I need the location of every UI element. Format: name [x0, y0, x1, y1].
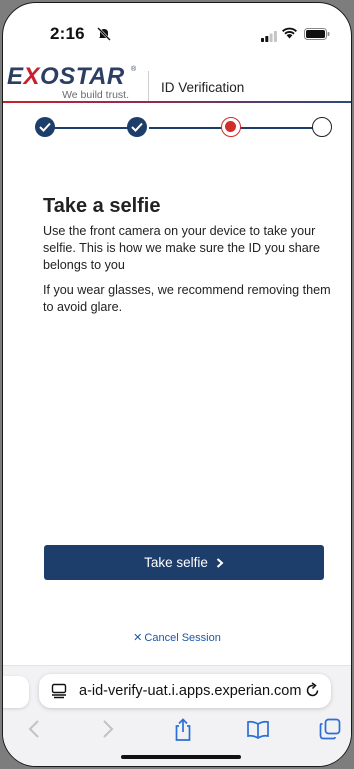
instruction-text: Use the front camera on your device to t…	[43, 224, 320, 272]
page-heading: Take a selfie	[43, 195, 161, 217]
address-bar[interactable]: a-id-verify-uat.i.apps.experian.com	[39, 674, 331, 708]
browser-toolbar: a-id-verify-uat.i.apps.experian.com	[3, 665, 351, 766]
take-selfie-label: Take selfie	[144, 555, 208, 570]
reload-icon[interactable]	[304, 682, 321, 704]
progress-stepper	[3, 113, 351, 143]
close-icon: ✕	[133, 632, 143, 644]
cancel-session-label: Cancel Session	[144, 632, 221, 644]
main-content: Take a selfie Use the front camera on yo…	[43, 193, 333, 316]
exostar-logo[interactable]: EXOSTAR ® We build trust.	[7, 63, 137, 102]
progress-connector	[239, 127, 315, 129]
forward-icon[interactable]	[101, 718, 115, 742]
battery-icon	[304, 27, 330, 45]
status-time: 2:16	[50, 24, 85, 43]
logo-wordmark: EXOSTAR	[7, 63, 125, 90]
url-text: a-id-verify-uat.i.apps.experian.com	[79, 683, 302, 699]
step-4-pending	[312, 117, 332, 137]
registered-mark: ®	[131, 66, 137, 73]
home-indicator[interactable]	[121, 755, 241, 759]
wifi-icon	[281, 26, 298, 44]
tabs-icon[interactable]	[319, 718, 341, 742]
step-3-current	[221, 117, 241, 137]
page-title: ID Verification	[161, 80, 245, 95]
logo-tagline: We build trust.	[62, 89, 129, 101]
app-header: EXOSTAR ® We build trust. ID Verificatio…	[3, 61, 351, 103]
glasses-tip-text: If you wear glasses, we recommend removi…	[43, 283, 331, 314]
checkmark-icon	[39, 122, 51, 132]
progress-connector	[149, 127, 231, 129]
cellular-signal-icon	[261, 29, 277, 47]
share-icon[interactable]	[173, 718, 193, 742]
back-icon[interactable]	[27, 718, 41, 742]
header-divider	[148, 71, 149, 103]
cancel-session-link[interactable]: ✕ Cancel Session	[3, 631, 351, 644]
step-2-completed	[127, 117, 147, 137]
take-selfie-button[interactable]: Take selfie	[44, 545, 324, 580]
phone-screen: 2:16 EXOSTAR ® We build trust. ID Verifi…	[2, 2, 352, 767]
bookmarks-icon[interactable]	[246, 718, 270, 742]
chevron-right-icon	[216, 557, 224, 568]
step-1-completed	[35, 117, 55, 137]
status-bar: 2:16	[3, 3, 351, 61]
progress-connector	[53, 127, 137, 129]
header-gradient-rule	[3, 101, 351, 103]
previous-tab-card[interactable]	[3, 676, 29, 708]
page-settings-icon[interactable]	[51, 683, 67, 704]
checkmark-icon	[131, 122, 143, 132]
bell-slash-icon	[97, 27, 111, 46]
